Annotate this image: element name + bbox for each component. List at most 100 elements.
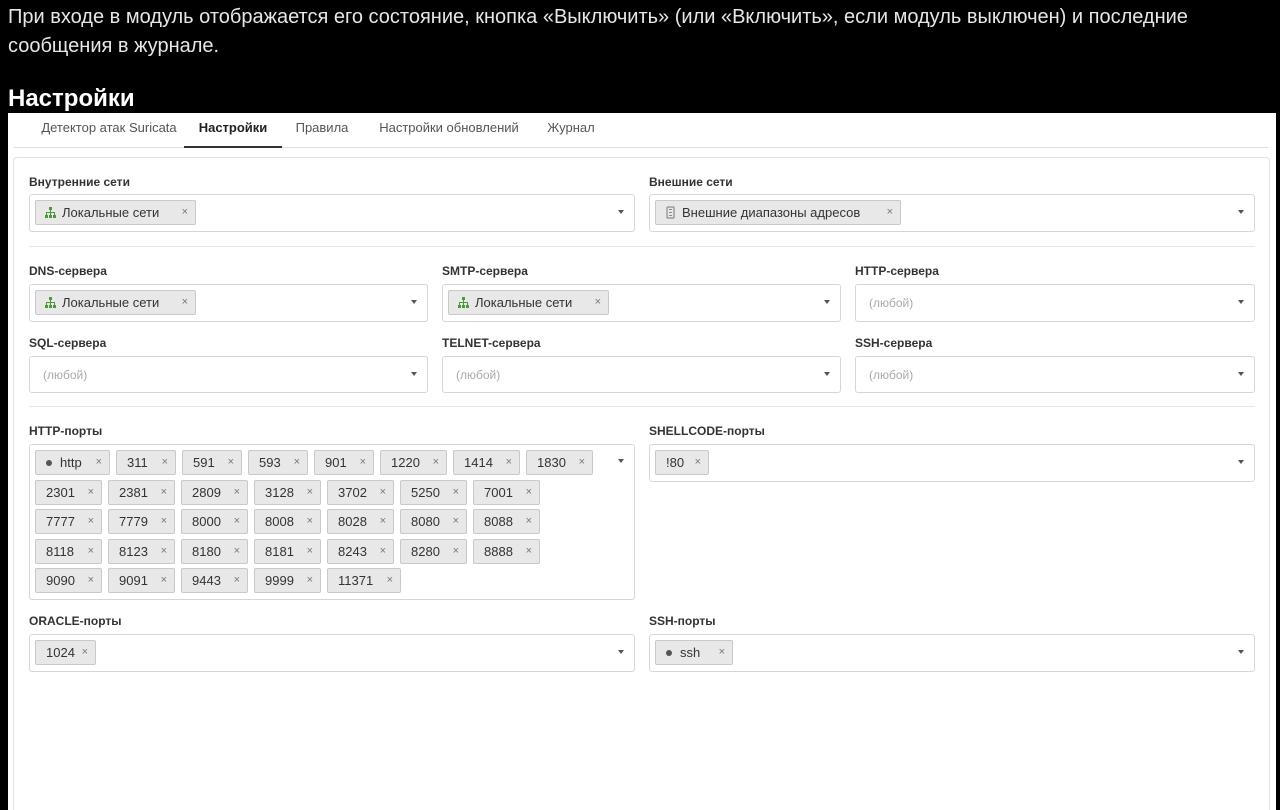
remove-tag-icon[interactable]: × [88,510,94,533]
tag-port: 8000 × [181,509,248,534]
chevron-down-icon[interactable] [618,650,624,654]
remove-tag-icon[interactable]: × [307,481,313,504]
remove-tag-icon[interactable]: × [161,481,167,504]
remove-tag-icon[interactable]: × [526,510,532,533]
remove-tag-icon[interactable]: × [234,540,240,563]
http-servers-label: HTTP-сервера [855,264,939,278]
chevron-down-icon[interactable] [411,371,417,376]
remove-tag-icon[interactable]: × [579,451,585,474]
chevron-down-icon[interactable] [618,210,624,214]
sql-servers-select[interactable]: (любой) [29,356,428,393]
remove-tag-icon[interactable]: × [380,510,386,533]
remove-tag-icon[interactable]: × [307,569,313,592]
remove-tag-icon[interactable]: × [294,451,300,474]
remove-tag-icon[interactable]: × [453,481,459,504]
remove-tag-icon[interactable]: × [380,481,386,504]
remove-tag-icon[interactable]: × [182,291,188,314]
chevron-down-icon[interactable] [411,300,417,304]
remove-tag-icon[interactable]: × [526,540,532,563]
chevron-down-icon[interactable] [824,300,830,304]
remove-tag-icon[interactable]: × [307,510,313,533]
chevron-down-icon[interactable] [1238,371,1244,376]
shellcode-ports-label: SHELLCODE-порты [649,424,765,438]
remove-tag-icon[interactable]: × [360,451,366,474]
ssh-servers-label: SSH-сервера [855,336,933,350]
chevron-down-icon[interactable] [1238,460,1244,464]
remove-tag-icon[interactable]: × [234,481,240,504]
tag-port: 9443 × [181,568,248,593]
remove-tag-icon[interactable]: × [82,641,88,664]
remove-tag-icon[interactable]: × [695,451,701,474]
remove-tag-icon[interactable]: × [719,641,725,664]
remove-tag-icon[interactable]: × [887,201,893,224]
smtp-servers-select[interactable]: Локальные сети × [442,284,841,322]
remove-tag-icon[interactable]: × [387,569,393,592]
ssh-servers-select[interactable]: (любой) [855,356,1255,393]
ssh-ports-select[interactable]: ssh × [649,634,1255,672]
settings-form: Внутренние сети Локальные сети × Внешние… [13,157,1270,810]
remove-tag-icon[interactable]: × [526,481,532,504]
tag-port: 9090 × [35,568,102,593]
remove-tag-icon[interactable]: × [88,481,94,504]
remove-tag-icon[interactable]: × [96,451,102,474]
remove-tag-icon[interactable]: × [161,569,167,592]
remove-tag-icon[interactable]: × [234,569,240,592]
tag-local-networks: Локальные сети × [448,290,609,315]
telnet-servers-label: TELNET-сервера [442,336,541,350]
remove-tag-icon[interactable]: × [228,451,234,474]
bullet-icon [46,460,52,466]
chevron-down-icon[interactable] [1238,210,1244,214]
remove-tag-icon[interactable]: × [162,451,168,474]
remove-tag-icon[interactable]: × [88,569,94,592]
external-networks-select[interactable]: Внешние диапазоны адресов × [649,194,1255,232]
network-icon [45,207,56,218]
remove-tag-icon[interactable]: × [380,540,386,563]
internal-networks-select[interactable]: Локальные сети × [29,194,635,232]
tag-external-ranges: Внешние диапазоны адресов × [655,200,901,225]
remove-tag-icon[interactable]: × [161,510,167,533]
divider [29,246,1255,247]
remove-tag-icon[interactable]: × [433,451,439,474]
remove-tag-icon[interactable]: × [307,540,313,563]
remove-tag-icon[interactable]: × [595,291,601,314]
remove-tag-icon[interactable]: × [161,540,167,563]
tab-rules[interactable]: Правила [289,113,355,148]
tab-settings[interactable]: Настройки [184,113,282,148]
shellcode-ports-select[interactable]: !80 × [649,444,1255,482]
remove-tag-icon[interactable]: × [182,201,188,224]
remove-tag-icon[interactable]: × [234,510,240,533]
section-heading: Настройки [8,85,135,112]
chevron-down-icon[interactable] [824,371,830,376]
tag-port: 591 × [182,450,242,475]
remove-tag-icon[interactable]: × [453,510,459,533]
tab-update-settings[interactable]: Настройки обновлений [369,113,529,148]
oracle-ports-label: ORACLE-порты [29,614,122,628]
telnet-servers-select[interactable]: (любой) [442,356,841,393]
tag-port: 593 × [248,450,308,475]
tag-port: 1830 × [526,450,593,475]
tab-journal[interactable]: Журнал [539,113,603,148]
tag-port: 8088 × [473,509,540,534]
remove-tag-icon[interactable]: × [453,540,459,563]
placeholder-text: (любой) [869,367,914,382]
tag-port: 2301 × [35,480,102,505]
intro-text: При входе в модуль отображается его сост… [8,6,1188,57]
http-servers-select[interactable]: (любой) [855,284,1255,322]
tag-port: 8243 × [327,539,394,564]
network-icon [45,297,56,308]
dns-servers-select[interactable]: Локальные сети × [29,284,428,322]
settings-panel: Детектор атак Suricata Настройки Правила… [8,113,1276,810]
chevron-down-icon[interactable] [1238,650,1244,654]
internal-networks-label: Внутренние сети [29,175,130,189]
tag-port: 1414 × [453,450,520,475]
oracle-ports-select[interactable]: 1024 × [29,634,635,672]
remove-tag-icon[interactable]: × [88,540,94,563]
dns-servers-label: DNS-сервера [29,264,107,278]
remove-tag-icon[interactable]: × [506,451,512,474]
http-ports-select[interactable]: http × 311 × 591 × 593 × 901 × 1220 × 1414 × 1830 × 2301… [29,444,635,600]
tag-port: 7777 × [35,509,102,534]
tab-suricata[interactable]: Детектор атак Suricata [28,113,190,148]
sql-servers-label: SQL-сервера [29,336,107,350]
chevron-down-icon[interactable] [618,459,624,463]
chevron-down-icon[interactable] [1238,300,1244,304]
